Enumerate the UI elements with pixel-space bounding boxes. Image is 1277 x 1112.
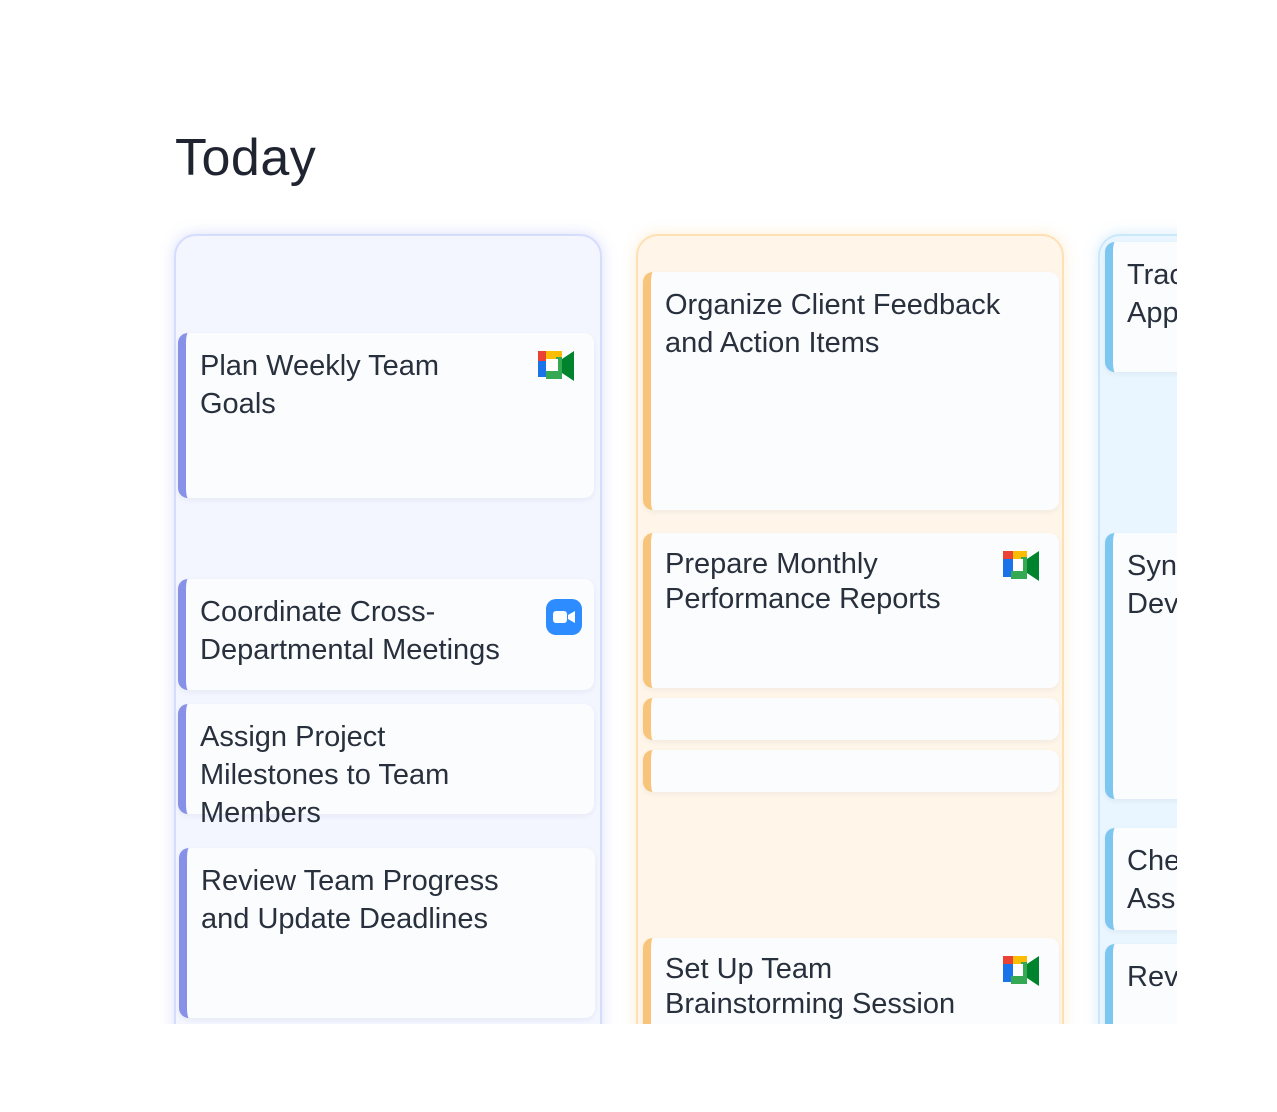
task-card[interactable]: Organize Client Feedback and Action Item… bbox=[643, 272, 1059, 510]
page-title: Today bbox=[175, 129, 317, 187]
task-title: Organize Client Feedback and Action Item… bbox=[665, 289, 1001, 359]
task-title: Che Ass bbox=[1127, 845, 1177, 915]
task-title: Review Team Progress and Update Deadline… bbox=[201, 865, 499, 935]
zoom-icon[interactable] bbox=[546, 599, 582, 635]
task-card[interactable]: Prepare Monthly Performance Reports bbox=[643, 533, 1059, 688]
task-title: Trac App bbox=[1127, 259, 1177, 329]
task-card[interactable]: Coordinate Cross-Departmental Meetings bbox=[178, 579, 594, 690]
task-card[interactable]: Assign Project Milestones to Team Member… bbox=[178, 704, 594, 829]
task-title: Prepare Monthly Performance Reports bbox=[665, 548, 941, 615]
google-meet-icon[interactable] bbox=[1001, 954, 1041, 988]
google-meet-icon[interactable] bbox=[1001, 549, 1041, 583]
task-title: Syn Dev bbox=[1127, 550, 1177, 620]
column-orange: Organize Client Feedback and Action Item… bbox=[636, 234, 1064, 1024]
task-card[interactable]: Che Ass bbox=[1105, 828, 1177, 930]
task-card[interactable]: Plan Weekly Team Goals bbox=[178, 333, 594, 498]
task-title: Assign Project Milestones to Team Member… bbox=[200, 721, 450, 829]
task-card[interactable]: Review Team Progress and Update Deadline… bbox=[179, 848, 595, 1018]
task-card[interactable]: Trac App bbox=[1105, 242, 1177, 372]
task-title: Plan Weekly Team Goals bbox=[200, 350, 440, 420]
task-card[interactable]: Set Up Team Brainstorming Session bbox=[643, 938, 1059, 1024]
task-card[interactable] bbox=[643, 750, 1059, 792]
today-board: Plan Weekly Team Goals Coordinate Cross-… bbox=[160, 220, 1177, 1024]
google-meet-icon[interactable] bbox=[536, 349, 576, 383]
task-card[interactable]: Syn Dev bbox=[1105, 533, 1177, 799]
task-card[interactable]: Rev bbox=[1105, 944, 1177, 1024]
task-title: Rev bbox=[1127, 961, 1177, 993]
task-title: Coordinate Cross-Departmental Meetings bbox=[200, 596, 500, 666]
task-card[interactable] bbox=[643, 698, 1059, 740]
column-purple: Plan Weekly Team Goals Coordinate Cross-… bbox=[174, 234, 602, 1024]
task-title: Set Up Team Brainstorming Session bbox=[665, 953, 956, 1020]
column-blue: Trac App Syn Dev Che Ass Rev bbox=[1098, 234, 1177, 1024]
